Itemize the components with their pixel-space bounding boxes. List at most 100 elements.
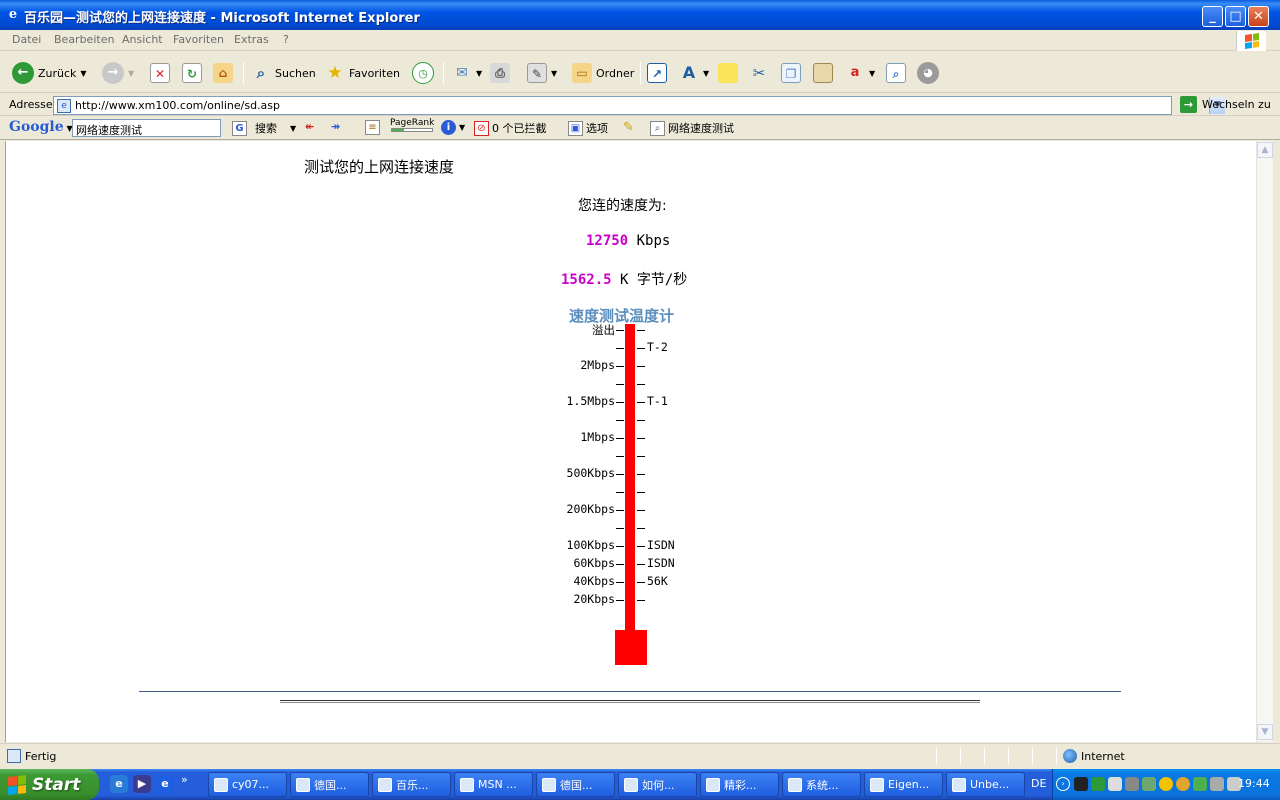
print-button[interactable]: ⎙ [490, 60, 510, 86]
menu-bar: Datei Bearbeiten Ansicht Favoriten Extra… [0, 30, 1280, 51]
copy-button[interactable]: ❐ [781, 60, 801, 86]
font-icon: A [682, 63, 696, 82]
volume-tray-icon[interactable] [1108, 777, 1122, 791]
scroll-down-button[interactable]: ▼ [1257, 724, 1273, 740]
back-button[interactable]: ← Zurück ▼ [12, 60, 87, 86]
menu-ansicht[interactable]: Ansicht [122, 33, 163, 46]
scale-tick-right [637, 600, 645, 601]
windows-logo-icon [1236, 31, 1266, 51]
language-indicator[interactable]: DE [1031, 777, 1046, 790]
close-button[interactable]: ✕ [1248, 6, 1269, 27]
chevron-down-icon: ▼ [551, 68, 558, 78]
maximize-button[interactable]: □ [1225, 6, 1246, 27]
edit-button[interactable]: ✎ ▼ [527, 60, 557, 86]
smiley-tray-icon[interactable] [1159, 777, 1173, 791]
research-button[interactable]: ⌕ [886, 60, 906, 86]
paste-icon [813, 63, 833, 83]
search-button[interactable]: ⌕ Suchen [251, 60, 316, 86]
favorites-button[interactable]: ★ Favoriten [325, 60, 400, 86]
window-button[interactable]: ↗ [647, 60, 667, 86]
stop-button[interactable]: ✕ [150, 60, 170, 86]
taskbar-window-label: 精彩... [724, 778, 757, 792]
google-logo[interactable]: Google ▼ [9, 119, 73, 135]
quicklaunch-more-icon[interactable]: » [181, 773, 188, 786]
speed-kbps-unit: Kbps [636, 233, 671, 249]
note-button[interactable] [718, 60, 738, 86]
page-status-icon [7, 749, 21, 763]
scale-tick-right [637, 582, 645, 583]
taskbar-window-button[interactable]: cy07... [208, 772, 287, 797]
taskbar-window-button[interactable]: 精彩... [700, 772, 779, 797]
menu-extras[interactable]: Extras [234, 33, 269, 46]
google-forward-button[interactable]: ↠ [331, 120, 340, 133]
cut-button[interactable]: ✂ [749, 60, 769, 86]
highlight-button[interactable]: ✎ [623, 120, 634, 135]
desktop-quicklaunch-icon[interactable]: e [110, 775, 128, 793]
clock: 19:44 [1238, 777, 1270, 790]
history-button[interactable]: ◷ [412, 60, 434, 86]
address-input[interactable]: e http://www.xm100.com/online/sd.asp ▼ [53, 96, 1225, 115]
translate-button[interactable]: a ▼ [845, 60, 876, 86]
word-find-button[interactable]: ⌕ 网络速度测试 [650, 120, 734, 136]
news-button[interactable]: ≡ [365, 120, 380, 135]
page-icon: e [57, 99, 71, 113]
title-bar[interactable]: e 百乐园—测试您的上网连接速度 - Microsoft Internet Ex… [0, 0, 1280, 30]
google-search-input[interactable]: 网络速度测试 [72, 119, 221, 137]
google-search-button[interactable]: G 搜索 ▼ [232, 120, 296, 136]
options-button[interactable]: ▣ 选项 [568, 120, 608, 136]
menu-datei[interactable]: Datei [12, 33, 41, 46]
globe-tray-icon[interactable] [1176, 777, 1190, 791]
taskbar-window-button[interactable]: 德国... [290, 772, 369, 797]
taskbar-window-button[interactable]: 德国... [536, 772, 615, 797]
scale-tick-right [637, 402, 645, 403]
refresh-button[interactable]: ↻ [182, 60, 202, 86]
window-app-icon [624, 777, 638, 792]
pagerank-label: PageRank [390, 118, 435, 128]
minimize-button[interactable]: _ [1202, 6, 1223, 27]
info-button[interactable]: i ▼ [441, 120, 465, 135]
go-label: Wechseln zu [1202, 98, 1271, 111]
page-content[interactable]: 测试您的上网连接速度 您连的速度为: 12750 Kbps 1562.5 K 字… [5, 141, 1256, 742]
pagerank-indicator[interactable]: PageRank [390, 118, 434, 132]
scroll-up-button[interactable]: ▲ [1257, 142, 1273, 158]
google-back-button[interactable]: ↞ [305, 120, 314, 133]
monitor-tray-icon[interactable] [1210, 777, 1224, 791]
taskbar-window-button[interactable]: 百乐... [372, 772, 451, 797]
mail-button[interactable]: ✉ ▼ [452, 60, 482, 86]
app-tray-icon[interactable] [1142, 777, 1156, 791]
popup-blocker-button[interactable]: ⊘ 0 个已拦截 [474, 120, 547, 136]
edit-icon: ✎ [527, 63, 547, 83]
taskbar-window-button[interactable]: 如何... [618, 772, 697, 797]
scale-label-right: T-1 [647, 394, 668, 408]
qq-button[interactable]: ◕ [917, 60, 939, 86]
paste-button[interactable] [813, 60, 833, 86]
go-button[interactable]: → Wechseln zu [1180, 96, 1271, 113]
msn-tray-icon[interactable] [1091, 777, 1105, 791]
menu-help[interactable]: ? [283, 33, 289, 46]
qq-tray-icon[interactable] [1074, 777, 1088, 791]
forward-button[interactable]: → ▼ [102, 60, 134, 86]
ie-icon: e [8, 7, 18, 22]
taskbar-window-button[interactable]: Unbe... [946, 772, 1025, 797]
ie-quicklaunch-icon[interactable]: e [156, 775, 174, 793]
windows-flag-icon [8, 774, 26, 795]
tray-expand-icon[interactable]: › [1056, 777, 1070, 791]
taskbar-window-button[interactable]: 系统... [782, 772, 861, 797]
start-button[interactable]: Start [0, 769, 99, 800]
status-divider [960, 748, 961, 764]
taskbar-window-button[interactable]: Eigen... [864, 772, 943, 797]
network-tray-icon[interactable] [1125, 777, 1139, 791]
scale-tick-left [616, 474, 624, 475]
status-divider [936, 748, 937, 764]
battery-tray-icon[interactable] [1193, 777, 1207, 791]
media-player-quicklaunch-icon[interactable]: ▶ [133, 775, 151, 793]
font-size-button[interactable]: A ▼ [679, 60, 709, 86]
address-url[interactable]: http://www.xm100.com/online/sd.asp [75, 99, 280, 112]
menu-bearbeiten[interactable]: Bearbeiten [54, 33, 114, 46]
menu-favoriten[interactable]: Favoriten [173, 33, 224, 46]
taskbar-window-button[interactable]: MSN ... [454, 772, 533, 797]
vertical-scrollbar[interactable]: ▲ ▼ [1256, 141, 1273, 742]
folders-button[interactable]: ▭ Ordner [572, 60, 634, 86]
thermometer-tube-fill [625, 324, 635, 631]
home-button[interactable]: ⌂ [213, 60, 233, 86]
